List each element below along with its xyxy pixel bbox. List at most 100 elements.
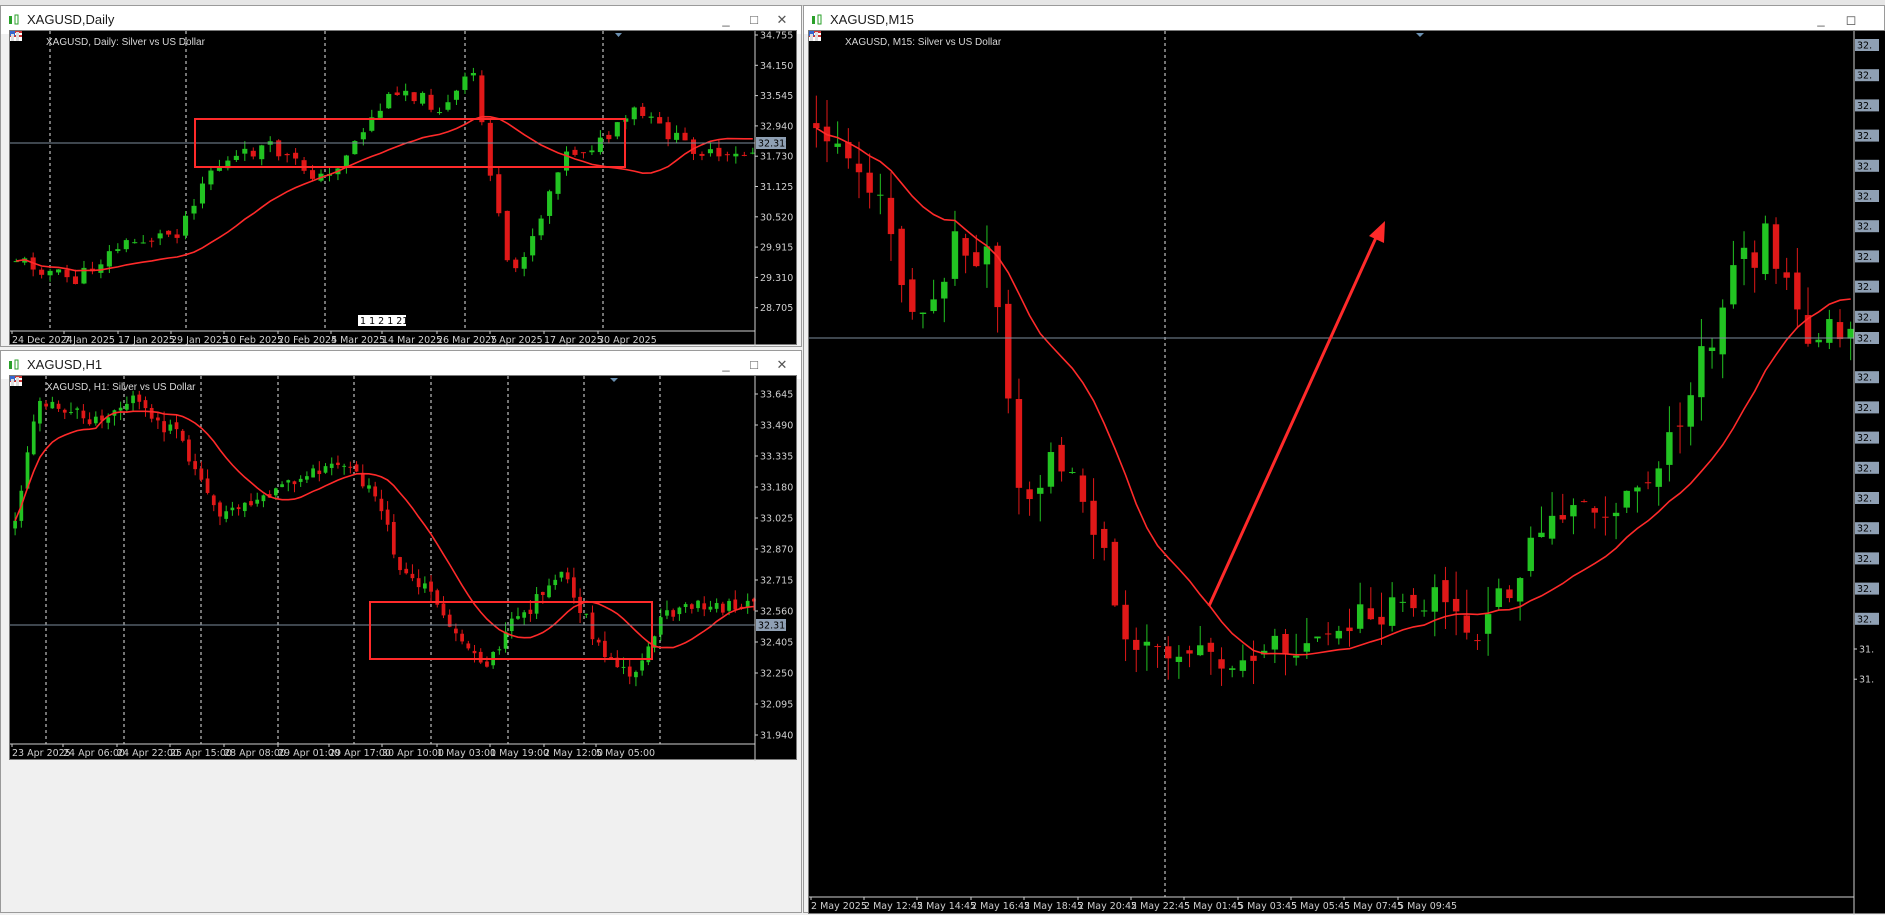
candle-body [403, 90, 409, 96]
candle-body [233, 155, 239, 160]
candle-body [310, 170, 316, 179]
candle-body [377, 110, 383, 118]
candle-body [1367, 608, 1375, 620]
candle-body [394, 92, 400, 95]
candle-body [690, 139, 697, 154]
chart-window-daily[interactable]: XAGUSD,Daily _ □ ✕ 1 1 2 1 21:30 34.755 34… [0, 5, 802, 347]
candle-body [293, 152, 299, 159]
maximize-button[interactable]: □ [741, 10, 767, 30]
candle-body [348, 466, 353, 468]
current-price-label: 32. [1857, 334, 1872, 345]
candle-body [665, 122, 671, 140]
candlestick-chart[interactable]: 32. 32. 32. 32. 32. 32. 32. 32. 32. 32. 32. 32. 32. 3… [809, 31, 1885, 915]
candle-body [702, 603, 707, 610]
candle-body [627, 666, 632, 677]
candle-body [1154, 646, 1161, 648]
candlestick-chart[interactable]: 1 1 2 1 21:30 34.755 34.150 33.545 32.940 32.… [10, 31, 798, 346]
candle-body [572, 149, 578, 155]
chart-area[interactable]: 33.645 33.490 33.335 33.180 33.025 32.870 32.7… [9, 375, 798, 761]
minimize-button[interactable]: _ [713, 355, 739, 375]
candle-body [298, 478, 303, 482]
candle-body [106, 251, 112, 267]
chart-area[interactable]: 1 1 2 1 21:30 34.755 34.150 33.545 32.940 32.… [9, 30, 798, 346]
candle-body [1740, 247, 1748, 259]
candle-body [466, 643, 471, 649]
candle-body [555, 172, 561, 194]
time-tick-label: 5 May 05:00 [596, 748, 655, 759]
candle-body [137, 394, 142, 402]
candle-body [866, 172, 873, 193]
close-button[interactable]: ✕ [769, 355, 795, 375]
candle-body [132, 242, 138, 244]
chart-window-m15[interactable]: XAGUSD,M15 _ ◻ 32. 32. 32. 32. 32. 32. 32. 32. 3… [803, 5, 1885, 915]
minimize-button[interactable]: _ [1808, 10, 1834, 30]
maximize-button[interactable]: □ [741, 355, 767, 375]
candle-body [677, 607, 682, 615]
candle-body [741, 154, 747, 156]
candle-body [1591, 508, 1598, 513]
candle-body [143, 400, 148, 409]
candle-body [1122, 604, 1129, 640]
chart-symbol-title: XAGUSD, M15: Silver vs US Dollar [845, 37, 1002, 48]
time-tick-label: 2 May 16:45 [971, 901, 1030, 912]
candle-body [1516, 578, 1524, 602]
candle-body [1101, 528, 1108, 548]
candle-body [1527, 537, 1534, 572]
time-tick-label: 26 Mar 2025 [437, 335, 497, 346]
candle-body [733, 153, 739, 157]
candle-body [250, 150, 256, 157]
time-tick-label: 2 May 2025 [811, 901, 867, 912]
timer-label: 1 1 2 1 21:30 [360, 316, 424, 327]
candle-body [385, 509, 390, 525]
shift-marker [1416, 33, 1424, 37]
close-button[interactable]: ✕ [769, 10, 795, 30]
time-tick-label: 2 May 18:45 [1024, 901, 1083, 912]
moving-average-line [14, 410, 754, 649]
trend-arrowhead [1369, 221, 1385, 243]
candle-body [1602, 516, 1609, 518]
candle-body [1762, 223, 1769, 275]
candle-body [534, 594, 539, 614]
candle-body [665, 610, 669, 616]
candle-body [589, 150, 595, 153]
maximize-button[interactable]: ◻ [1838, 10, 1864, 30]
candle-body [460, 633, 464, 642]
candle-body [596, 639, 601, 643]
minimize-button[interactable]: _ [713, 10, 739, 30]
candle-body [724, 154, 730, 156]
candle-body [1452, 598, 1460, 612]
candle-body [87, 419, 92, 425]
candle-body [1090, 500, 1097, 535]
candle-body [1570, 505, 1577, 517]
current-price-label: 32. [1857, 252, 1872, 263]
price-tick-label: 33.335 [760, 452, 793, 463]
candle-body [1069, 472, 1076, 474]
current-price-label: 32. [1857, 463, 1872, 474]
candle-body [1623, 490, 1630, 508]
candle-body [81, 410, 86, 419]
candle-body [1165, 646, 1172, 659]
candle-body [516, 616, 520, 619]
candle-body [603, 640, 607, 658]
current-price-label: 32. [1857, 403, 1872, 414]
candle-body [429, 581, 433, 592]
candle-body [708, 606, 713, 610]
candle-body [410, 573, 415, 579]
candle-body [211, 495, 216, 506]
candle-body [1303, 643, 1311, 652]
time-tick-label: 2 May 20:45 [1078, 901, 1137, 912]
bar-chart-icon [11, 377, 19, 386]
candle-body [1250, 655, 1257, 661]
candlestick-chart[interactable]: 33.645 33.490 33.335 33.180 33.025 32.870 32.7… [10, 376, 798, 761]
candle-body [106, 417, 111, 423]
candle-body [1676, 425, 1684, 427]
candle-body [648, 116, 654, 118]
chart-area[interactable]: 32. 32. 32. 32. 32. 32. 32. 32. 32. 32. 32. 32. 32. 3… [808, 30, 1885, 915]
time-tick-label: 17 Apr 2025 [544, 335, 603, 346]
candle-body [93, 416, 98, 424]
chart-window-h1[interactable]: XAGUSD,H1 _ □ ✕ 33.645 33.490 33.335 33.180… [0, 350, 802, 913]
candle-body [183, 215, 189, 236]
price-tick-label: 33.645 [760, 390, 793, 401]
candle-body [634, 671, 638, 678]
candle-body [441, 603, 446, 616]
